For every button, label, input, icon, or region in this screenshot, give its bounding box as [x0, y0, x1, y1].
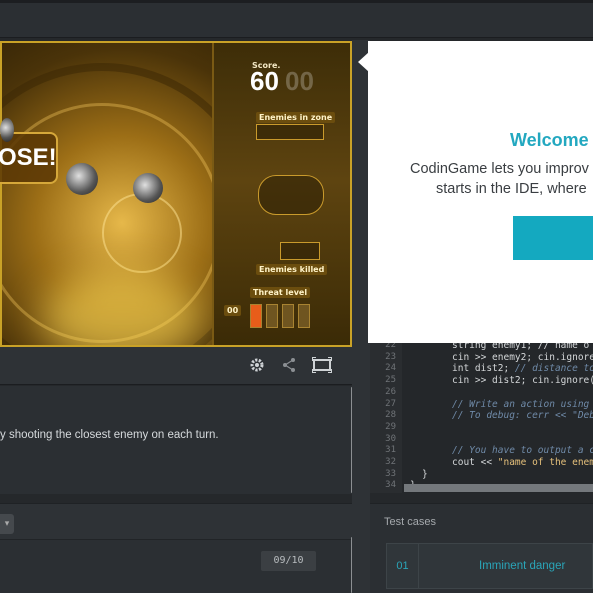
gear-icon[interactable] — [247, 357, 267, 376]
enemies-killed-box — [280, 242, 320, 260]
line-number: 28 — [385, 410, 396, 421]
test-case-number: 01 — [387, 544, 419, 588]
line-number: 25 — [385, 375, 396, 386]
chevron-down-icon[interactable]: ▾ — [0, 514, 14, 534]
welcome-text-line2: starts in the IDE, where — [436, 181, 587, 197]
enemies-in-zone-label: Enemies in zone — [256, 112, 336, 123]
arena-core-ring — [102, 193, 182, 273]
frame-counter: 09/10 — [261, 551, 316, 571]
line-number: 24 — [385, 363, 396, 374]
score-value: 60 — [250, 66, 279, 96]
threat-bar-filled — [250, 304, 262, 328]
share-icon[interactable] — [279, 357, 299, 376]
code-line[interactable]: int dist2; // distance to — [452, 363, 593, 374]
test-cases-title: Test cases — [384, 516, 436, 528]
line-number: 23 — [385, 351, 396, 362]
code-line[interactable]: cout << "name of the enem — [452, 457, 593, 468]
radar-box — [258, 175, 324, 215]
test-case-item[interactable]: 01 Imminent danger — [386, 543, 593, 589]
editor-hscrollbar[interactable] — [404, 484, 593, 492]
threat-value: 00 — [224, 305, 242, 316]
enemies-in-zone-box — [256, 124, 324, 140]
player-robot — [133, 173, 163, 203]
enemy-robot — [0, 118, 14, 142]
welcome-next-button[interactable] — [513, 216, 593, 260]
code-line[interactable]: // Write an action using — [452, 399, 589, 410]
console-panel: ▾ — [0, 503, 362, 593]
line-number: 34 — [385, 480, 396, 491]
threat-bar — [282, 304, 294, 328]
score-ghost-digits: 00 — [285, 66, 314, 96]
code-line[interactable]: } — [422, 469, 428, 480]
threat-bar — [298, 304, 310, 328]
line-number: 31 — [385, 445, 396, 456]
top-bar — [0, 0, 593, 38]
viewer-toolbar — [0, 347, 352, 385]
line-number: 27 — [385, 398, 396, 409]
line-number: 33 — [385, 468, 396, 479]
statement-text: y shooting the closest enemy on each tur… — [0, 429, 219, 441]
welcome-title: Welcome — [510, 130, 589, 150]
line-number: 30 — [385, 433, 396, 444]
code-line[interactable]: cin >> enemy2; cin.ignore — [452, 352, 593, 363]
test-case-name: Imminent danger — [479, 560, 566, 572]
enemies-killed-label: Enemies killed — [256, 264, 328, 275]
threat-level-label: Threat level — [250, 287, 311, 298]
threat-bar — [266, 304, 278, 328]
console-header: ▾ — [0, 504, 362, 540]
code-line[interactable]: // You have to output a c — [452, 445, 593, 456]
code-line[interactable]: cin >> dist2; cin.ignore( — [452, 375, 593, 386]
line-number: 32 — [385, 457, 396, 467]
code-line[interactable]: // To debug: cerr << "Deb — [452, 410, 593, 421]
line-number: 29 — [385, 421, 396, 432]
fullscreen-icon[interactable] — [311, 356, 333, 376]
line-number: 26 — [385, 386, 396, 397]
welcome-text-line1: CodinGame lets you improv — [410, 161, 589, 177]
statement-panel: y shooting the closest enemy on each tur… — [0, 386, 352, 494]
top-stripe — [0, 0, 593, 3]
enemy-robot — [66, 163, 98, 195]
